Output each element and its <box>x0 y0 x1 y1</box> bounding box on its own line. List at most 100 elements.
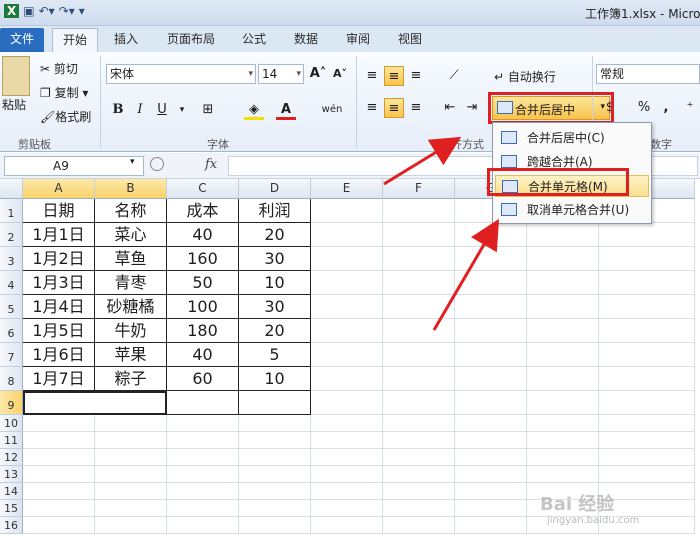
row-header-12[interactable]: 12 <box>0 449 23 466</box>
insert-function-icon[interactable]: fx <box>205 157 217 172</box>
cell-c2[interactable]: 40 <box>167 223 239 247</box>
cell-h2[interactable] <box>527 223 599 247</box>
cell-c9[interactable] <box>167 391 239 415</box>
cell-i4[interactable] <box>599 271 695 295</box>
cell-e6[interactable] <box>311 319 383 343</box>
customize-qat-icon[interactable]: ▾ <box>79 4 85 18</box>
align-middle-icon[interactable]: ≡ <box>384 66 404 86</box>
cell-d2[interactable]: 20 <box>239 223 311 247</box>
row-header-15[interactable]: 15 <box>0 500 23 517</box>
row-header-13[interactable]: 13 <box>0 466 23 483</box>
cell-c6[interactable]: 180 <box>167 319 239 343</box>
formula-bar-splitter-icon[interactable] <box>150 157 164 171</box>
cell-c1[interactable]: 成本 <box>167 199 239 223</box>
row-header-3[interactable]: 3 <box>0 247 23 271</box>
cell-h11[interactable] <box>527 432 599 449</box>
cell-i11[interactable] <box>599 432 695 449</box>
cell-b1[interactable]: 名称 <box>95 199 167 223</box>
cell-h10[interactable] <box>527 415 599 432</box>
cell-d5[interactable]: 30 <box>239 295 311 319</box>
tab-formulas[interactable]: 公式 <box>232 28 276 52</box>
cell-b8[interactable]: 粽子 <box>95 367 167 391</box>
cell-b16[interactable] <box>95 517 167 534</box>
cell-f7[interactable] <box>383 343 455 367</box>
column-header-d[interactable]: D <box>239 179 311 199</box>
align-bottom-icon[interactable]: ≡ <box>406 66 426 86</box>
cell-b12[interactable] <box>95 449 167 466</box>
cell-d8[interactable]: 10 <box>239 367 311 391</box>
cell-a3[interactable]: 1月2日 <box>23 247 95 271</box>
column-header-e[interactable]: E <box>311 179 383 199</box>
cell-b3[interactable]: 草鱼 <box>95 247 167 271</box>
menu-item-merge-center[interactable]: 合并后居中(C) <box>495 127 649 149</box>
cell-e1[interactable] <box>311 199 383 223</box>
select-all-corner[interactable] <box>0 179 23 199</box>
cell-b11[interactable] <box>95 432 167 449</box>
save-icon[interactable]: ▣ <box>23 4 34 18</box>
cell-f16[interactable] <box>383 517 455 534</box>
cell-d6[interactable]: 20 <box>239 319 311 343</box>
cell-g14[interactable] <box>455 483 527 500</box>
tab-insert[interactable]: 插入 <box>104 28 148 52</box>
name-box[interactable]: A9 <box>4 156 144 176</box>
underline-dropdown-icon[interactable]: ▾ <box>172 100 192 120</box>
align-center-icon[interactable]: ≡ <box>384 98 404 118</box>
column-header-c[interactable]: C <box>167 179 239 199</box>
cell-f6[interactable] <box>383 319 455 343</box>
cell-i10[interactable] <box>599 415 695 432</box>
cell-c13[interactable] <box>167 466 239 483</box>
cell-c12[interactable] <box>167 449 239 466</box>
cell-c5[interactable]: 100 <box>167 295 239 319</box>
copy-button[interactable]: ❐ 复制 ▾ <box>40 84 88 101</box>
italic-button[interactable]: I <box>130 100 150 120</box>
cell-b13[interactable] <box>95 466 167 483</box>
font-name-select[interactable]: 宋体 ▾ <box>106 64 256 84</box>
cell-a4[interactable]: 1月3日 <box>23 271 95 295</box>
column-header-f[interactable]: F <box>383 179 455 199</box>
cell-h3[interactable] <box>527 247 599 271</box>
cell-f1[interactable] <box>383 199 455 223</box>
cell-c4[interactable]: 50 <box>167 271 239 295</box>
cell-e16[interactable] <box>311 517 383 534</box>
cell-a2[interactable]: 1月1日 <box>23 223 95 247</box>
font-size-select[interactable]: 14 ▾ <box>258 64 304 84</box>
name-box-dropdown-icon[interactable]: ▾ <box>130 157 135 167</box>
cell-h4[interactable] <box>527 271 599 295</box>
cell-c3[interactable]: 160 <box>167 247 239 271</box>
tab-file[interactable]: 文件 <box>0 28 44 52</box>
cell-a8[interactable]: 1月7日 <box>23 367 95 391</box>
cell-e8[interactable] <box>311 367 383 391</box>
cell-g2[interactable] <box>455 223 527 247</box>
cell-e2[interactable] <box>311 223 383 247</box>
cell-d12[interactable] <box>239 449 311 466</box>
cell-d11[interactable] <box>239 432 311 449</box>
percent-button[interactable]: % <box>634 98 654 118</box>
cell-e12[interactable] <box>311 449 383 466</box>
cell-a1[interactable]: 日期 <box>23 199 95 223</box>
cell-a7[interactable]: 1月6日 <box>23 343 95 367</box>
cell-a14[interactable] <box>23 483 95 500</box>
cell-c7[interactable]: 40 <box>167 343 239 367</box>
redo-icon[interactable]: ↷▾ <box>59 4 75 18</box>
cell-g12[interactable] <box>455 449 527 466</box>
cell-i2[interactable] <box>599 223 695 247</box>
cell-c16[interactable] <box>167 517 239 534</box>
paste-icon[interactable] <box>2 56 30 96</box>
row-header-8[interactable]: 8 <box>0 367 23 391</box>
cell-a13[interactable] <box>23 466 95 483</box>
cell-h7[interactable] <box>527 343 599 367</box>
cell-a6[interactable]: 1月5日 <box>23 319 95 343</box>
row-header-1[interactable]: 1 <box>0 199 23 223</box>
paste-button[interactable]: 粘贴 <box>2 96 26 113</box>
cell-f13[interactable] <box>383 466 455 483</box>
format-painter-button[interactable]: 🖌格式刷 <box>40 108 91 125</box>
cell-f10[interactable] <box>383 415 455 432</box>
cell-h6[interactable] <box>527 319 599 343</box>
cell-h5[interactable] <box>527 295 599 319</box>
cell-e5[interactable] <box>311 295 383 319</box>
row-header-5[interactable]: 5 <box>0 295 23 319</box>
wrap-text-button[interactable]: ↵ 自动换行 <box>494 68 556 85</box>
underline-button[interactable]: U <box>152 100 172 120</box>
row-header-16[interactable]: 16 <box>0 517 23 534</box>
bold-button[interactable]: B <box>108 100 128 120</box>
